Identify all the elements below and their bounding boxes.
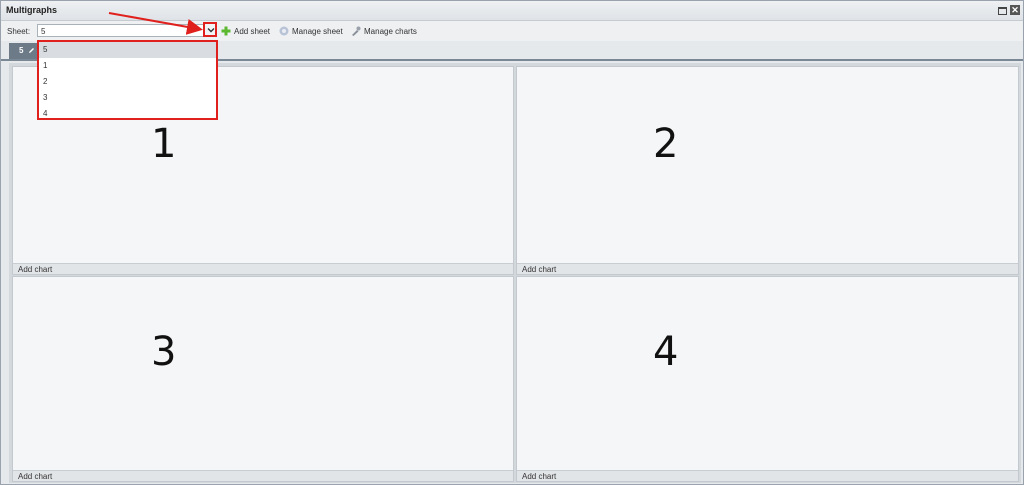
add-chart-button[interactable]: Add chart xyxy=(13,470,513,481)
dropdown-option[interactable]: 2 xyxy=(39,74,216,90)
annotation-arrow-icon xyxy=(108,12,203,35)
dropdown-option[interactable]: 5 xyxy=(39,42,216,58)
minimize-icon[interactable] xyxy=(997,5,1007,15)
sheet-dropdown-list: 5 1 2 3 4 xyxy=(37,40,218,120)
manage-charts-button[interactable]: Manage charts xyxy=(351,26,417,36)
add-sheet-button[interactable]: Add sheet xyxy=(221,26,270,36)
add-chart-button[interactable]: Add chart xyxy=(517,263,1018,274)
chart-panel-2: 2 Add chart xyxy=(516,66,1019,275)
dropdown-option[interactable]: 3 xyxy=(39,90,216,106)
manage-charts-label: Manage charts xyxy=(364,26,417,36)
sheet-gear-icon xyxy=(279,26,289,36)
panel-number: 2 xyxy=(653,121,679,167)
panel-number: 1 xyxy=(151,121,177,167)
add-icon xyxy=(221,26,231,36)
close-icon[interactable]: ✕ xyxy=(1010,5,1020,15)
tab-label: 5 xyxy=(19,46,24,55)
add-sheet-label: Add sheet xyxy=(234,26,271,36)
tab-sheet-5[interactable]: 5 xyxy=(9,43,39,59)
dropdown-option[interactable]: 1 xyxy=(39,58,216,74)
charts-tools-icon xyxy=(351,26,361,36)
chart-panel-3: 3 Add chart xyxy=(12,276,514,482)
add-chart-button[interactable]: Add chart xyxy=(517,470,1018,481)
edit-pencil-icon xyxy=(29,48,34,53)
manage-sheet-button[interactable]: Manage sheet xyxy=(279,26,343,36)
charts-grid: 1 Add chart 2 Add chart 3 Add chart 4 Ad… xyxy=(9,63,1021,483)
add-chart-button[interactable]: Add chart xyxy=(13,263,513,274)
dropdown-option[interactable]: 4 xyxy=(39,106,216,122)
chart-panel-4: 4 Add chart xyxy=(516,276,1019,482)
manage-sheet-label: Manage sheet xyxy=(292,26,343,36)
panel-number: 4 xyxy=(653,329,679,375)
panel-number: 3 xyxy=(151,329,177,375)
multigraphs-window: Multigraphs ✕ Sheet: 5 Add sheet Manage … xyxy=(0,0,1024,485)
